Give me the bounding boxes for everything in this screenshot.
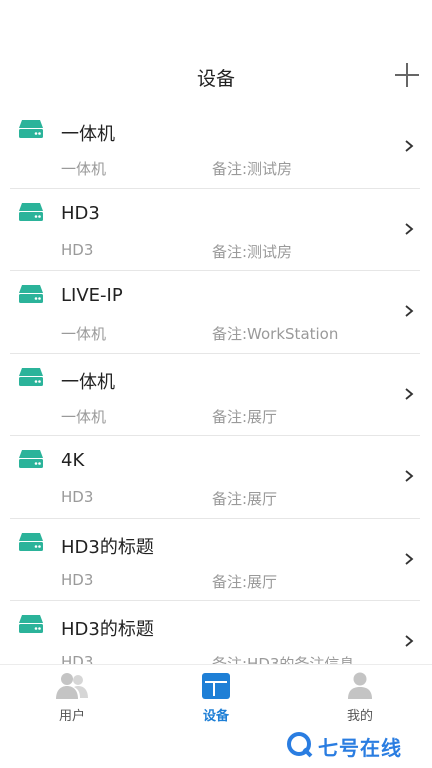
device-note: 备注:测试房 xyxy=(212,242,293,261)
device-name: 4K xyxy=(61,450,85,471)
device-name: LIVE-IP xyxy=(61,285,123,306)
device-row[interactable]: HD3的标题 HD3 备注:展厅 xyxy=(10,519,420,601)
device-model: 一体机 xyxy=(61,407,107,426)
device-name: HD3的标题 xyxy=(61,536,154,558)
device-row[interactable]: HD3的标题 HD3 备注:HD3的备注信息 xyxy=(10,601,420,664)
chevron-right-icon xyxy=(405,305,414,317)
watermark: 七号在线 xyxy=(286,730,430,760)
chevron-right-icon xyxy=(405,552,414,565)
tab-devices[interactable]: 设备 xyxy=(144,665,288,727)
device-icon xyxy=(19,615,43,633)
device-row[interactable]: 一体机 一体机 备注:展厅 xyxy=(10,354,420,436)
device-icon xyxy=(19,532,43,551)
device-model: HD3 xyxy=(61,488,94,506)
device-note: 备注:WorkStation xyxy=(212,325,339,343)
chevron-right-icon xyxy=(405,140,414,152)
device-name: 一体机 xyxy=(61,124,115,145)
chevron-right-icon xyxy=(405,222,414,235)
device-name: HD3 xyxy=(61,202,100,224)
tab-bar: 用户 设备 我的 xyxy=(0,664,432,727)
device-model: HD3 xyxy=(61,240,94,259)
add-device-button[interactable] xyxy=(394,62,420,88)
device-icon xyxy=(202,673,230,699)
tab-label: 我的 xyxy=(346,709,373,724)
device-list: 一体机 一体机 备注:测试房 HD3 HD3 备注:测试房 LIVE-IP 一体… xyxy=(0,106,432,664)
device-note: 备注:HD3的备注信息 xyxy=(212,655,355,664)
device-model: HD3 xyxy=(61,653,94,664)
device-note: 备注:展厅 xyxy=(212,572,278,591)
users-icon xyxy=(56,673,88,699)
watermark-text: 七号在线 xyxy=(318,736,402,760)
page-title: 设备 xyxy=(196,68,235,90)
chevron-right-icon xyxy=(405,635,414,647)
chevron-right-icon xyxy=(405,470,414,482)
device-model: 一体机 xyxy=(61,325,107,343)
device-model: HD3 xyxy=(61,570,94,589)
device-row[interactable]: 一体机 一体机 备注:测试房 xyxy=(10,106,420,189)
device-icon xyxy=(19,202,43,221)
tab-label: 用户 xyxy=(58,709,85,724)
header-bar: 设备 xyxy=(0,0,432,106)
device-note: 备注:测试房 xyxy=(212,160,293,178)
device-name: 一体机 xyxy=(61,371,115,393)
device-icon xyxy=(19,120,43,138)
device-row[interactable]: 4K HD3 备注:展厅 xyxy=(10,436,420,519)
device-icon xyxy=(19,285,43,303)
chevron-right-icon xyxy=(405,387,414,400)
device-row[interactable]: LIVE-IP 一体机 备注:WorkStation xyxy=(10,271,420,354)
tab-label: 设备 xyxy=(202,709,229,724)
watermark-logo-icon xyxy=(287,732,313,758)
device-icon xyxy=(19,367,43,386)
tab-profile[interactable]: 我的 xyxy=(288,665,432,727)
device-row[interactable]: HD3 HD3 备注:测试房 xyxy=(10,189,420,271)
device-icon xyxy=(19,450,43,468)
device-name: HD3的标题 xyxy=(61,619,154,640)
device-note: 备注:展厅 xyxy=(212,407,278,426)
device-model: 一体机 xyxy=(61,160,107,178)
profile-icon xyxy=(348,672,372,699)
tab-users[interactable]: 用户 xyxy=(0,665,144,727)
device-note: 备注:展厅 xyxy=(212,490,278,508)
